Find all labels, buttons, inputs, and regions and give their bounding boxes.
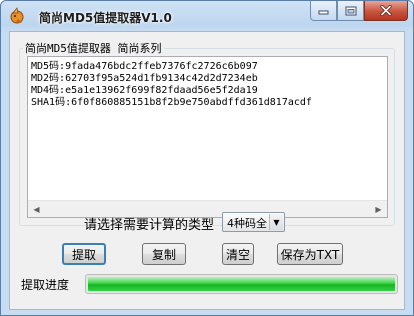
close-icon xyxy=(380,5,392,16)
app-window: 简尚MD5值提取器V1.0 简尚MD5值提取器 简尚系列 MD5码:9fada4… xyxy=(0,0,414,316)
window-controls xyxy=(310,1,408,23)
scroll-right-icon: ▶ xyxy=(375,204,382,214)
output-line-sha1: SHA1码:6f0f860885151b8f2b9e750abdffd361d8… xyxy=(31,97,312,108)
groupbox-label: 简尚MD5值提取器 简尚系列 xyxy=(23,40,164,56)
scroll-left-icon: ◀ xyxy=(33,204,40,214)
minimize-button[interactable] xyxy=(310,1,337,21)
output-line-md2: MD2码:62703f95a524d1fb9134c42d2d7234eb xyxy=(31,73,258,84)
app-logo-icon xyxy=(10,7,24,24)
type-select-label: 请选择需要计算的类型 xyxy=(84,218,215,233)
title-bar[interactable]: 简尚MD5值提取器V1.0 xyxy=(1,1,413,31)
extract-progress-bar xyxy=(85,274,398,294)
output-line-md5: MD5码:9fada476bdc2ffeb7376fc2726c6b097 xyxy=(31,61,258,72)
maximize-icon xyxy=(345,6,356,15)
progress-label: 提取进度 xyxy=(21,278,70,292)
hash-type-value: 4种码全 xyxy=(227,217,267,230)
window-title: 简尚MD5值提取器V1.0 xyxy=(39,11,172,25)
clear-button[interactable]: 清空 xyxy=(222,243,254,265)
save-txt-button[interactable]: 保存为TXT xyxy=(277,243,343,265)
scroll-right-button[interactable]: ▶ xyxy=(370,201,387,217)
minimize-icon xyxy=(318,10,329,15)
chevron-down-icon: ▼ xyxy=(273,217,280,227)
copy-button[interactable]: 复制 xyxy=(142,243,186,265)
progress-fill xyxy=(88,277,395,291)
scroll-left-button[interactable]: ◀ xyxy=(28,201,45,217)
close-button[interactable] xyxy=(364,1,408,21)
output-line-md4: MD4码:e5a1e13962f699f82fdaad56e5f2da19 xyxy=(31,85,258,96)
client-area: 简尚MD5值提取器 简尚系列 MD5码:9fada476bdc2ffeb7376… xyxy=(9,31,405,310)
extract-button[interactable]: 提取 xyxy=(62,243,106,265)
hash-output-textarea[interactable]: MD5码:9fada476bdc2ffeb7376fc2726c6b097 MD… xyxy=(27,56,388,218)
dropdown-arrow-button[interactable]: ▼ xyxy=(269,214,283,230)
maximize-button[interactable] xyxy=(337,1,364,21)
hash-type-select[interactable]: 4种码全 ▼ xyxy=(222,212,285,232)
